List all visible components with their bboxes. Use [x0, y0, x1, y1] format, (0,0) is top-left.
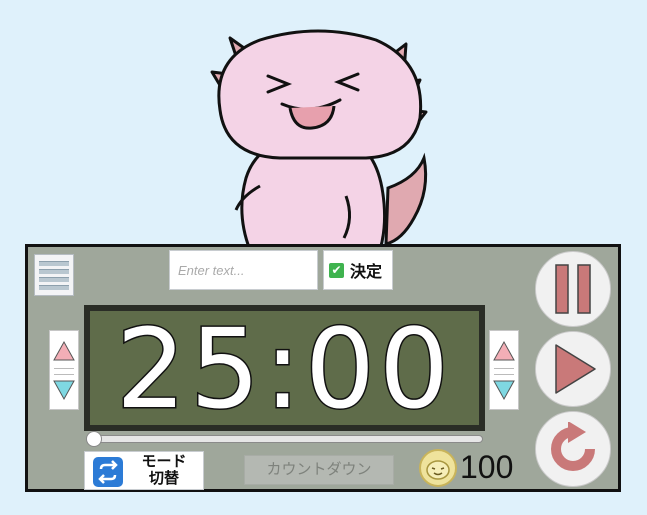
menu-button[interactable]: [34, 254, 74, 296]
checkmark-icon: ✔: [329, 262, 344, 278]
left-stepper: [49, 330, 79, 410]
slider-handle[interactable]: [86, 431, 102, 447]
confirm-label: 決定: [350, 264, 383, 281]
confirm-button[interactable]: ✔ 決定: [323, 250, 393, 290]
mode-switch-button[interactable]: モード 切替: [84, 451, 204, 490]
play-icon: [555, 344, 596, 394]
triangle-up-icon: [493, 340, 515, 360]
progress-slider[interactable]: [90, 435, 483, 443]
left-increment-button[interactable]: [50, 331, 78, 370]
right-decrement-button[interactable]: [490, 370, 518, 409]
right-stepper: [489, 330, 519, 410]
text-input[interactable]: [169, 250, 318, 290]
reset-button[interactable]: [535, 411, 611, 487]
coin-mascot-icon: [419, 449, 457, 487]
right-increment-button[interactable]: [490, 331, 518, 370]
triangle-down-icon: [53, 380, 75, 400]
countdown-button[interactable]: カウントダウン: [244, 455, 394, 485]
timer-readout: 25:00: [114, 304, 453, 435]
swap-arrows-icon: [93, 457, 123, 487]
left-decrement-button[interactable]: [50, 370, 78, 409]
reset-icon: [551, 422, 595, 471]
mode-label-line2: 切替: [148, 470, 179, 487]
pause-button[interactable]: [535, 251, 611, 327]
coin-count: 100: [460, 449, 514, 485]
triangle-up-icon: [53, 340, 75, 360]
timer-display: 25:00: [84, 304, 485, 435]
mode-label-line1: モード: [141, 453, 187, 470]
pink-dinosaur-mascot-icon: [210, 29, 428, 250]
pause-icon: [555, 264, 591, 314]
play-button[interactable]: [535, 331, 611, 407]
triangle-down-icon: [493, 380, 515, 400]
